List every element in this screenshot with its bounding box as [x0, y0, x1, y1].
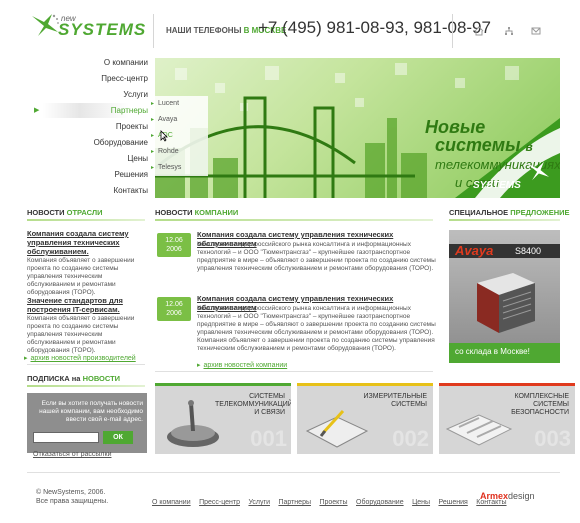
partners-submenu: ▸Lucent ▸Avaya ▸ADC ▸Rohde ▸Telesys — [150, 96, 208, 176]
logo-systems-text[interactable]: SYSTEMS — [58, 20, 146, 40]
company-archive-link[interactable]: архив новостей компании — [197, 361, 288, 369]
submenu-item-rohde[interactable]: ▸ Rohde — [150, 144, 208, 160]
product-number: 003 — [534, 426, 571, 451]
news-date-badge: 12.06 2006 — [157, 297, 191, 321]
company-news-text: Компания – лидер российского рынка конса… — [197, 305, 436, 352]
menu-item-solutions[interactable]: Решения — [30, 167, 154, 183]
menu-item-services[interactable]: Услуги — [30, 87, 154, 103]
section-divider — [27, 219, 145, 221]
footer-links: О компании Пресс-центр Услуги Партнеры П… — [152, 491, 511, 509]
subscribe-text: Если вы хотите получать новости нашей ко… — [39, 400, 143, 423]
industry-archive-link[interactable]: архив новостей производителей — [24, 354, 136, 362]
special-offer-heading: СПЕЦИАЛЬНОЕ ПРЕДЛОЖЕНИЕ — [449, 208, 570, 217]
arrow-right-icon: ▶ — [34, 107, 40, 114]
phone-numbers: +7 (495) 981-08-93, 981-08-97 — [258, 18, 491, 37]
submenu-item-telesys[interactable]: ▸ Telesys — [150, 160, 208, 176]
product-label: ИЗМЕРИТЕЛЬНЫЕ СИСТЕМЫ — [363, 393, 427, 408]
footer-link-about[interactable]: О компании — [152, 499, 191, 506]
menu-item-press[interactable]: Пресс-центр — [30, 71, 154, 87]
sitemap-icon[interactable] — [504, 26, 514, 36]
subscribe-ok-button[interactable]: ОК — [103, 431, 133, 444]
footer-link-solutions[interactable]: Решения — [438, 499, 467, 506]
home-icon[interactable] — [474, 26, 484, 36]
special-caption: со склада в Москве! — [455, 347, 530, 356]
news-date-badge: 12.06 2006 — [157, 233, 191, 257]
main-menu: О компании Пресс-центр Услуги ▶ Партнеры … — [30, 55, 154, 199]
divider — [155, 371, 433, 372]
banner-logo-text: SYSTEMS — [473, 180, 521, 191]
special-offer-banner[interactable]: Avaya S8400 со склада в Москве! — [449, 230, 560, 363]
industry-news-title[interactable]: Значение стандартов для построения IT-се… — [27, 296, 145, 314]
footer-link-press[interactable]: Пресс-центр — [199, 499, 240, 506]
banner-bird-icon — [527, 161, 549, 181]
product-label: СИСТЕМЫ ТЕЛЕКОММУНИКАЦИЙ И СВЯЗИ — [215, 393, 291, 416]
copyright: © NewSystems, 2006. Все права защищены. — [36, 489, 109, 505]
header-divider — [153, 14, 154, 48]
submenu-item-adc[interactable]: ▸ADC — [150, 128, 208, 144]
menu-item-partners[interactable]: ▶ Партнеры — [30, 103, 154, 119]
bullet-icon: ▸ — [151, 165, 155, 171]
industry-news-text: Компания объявляет о завершении проекта … — [27, 257, 135, 296]
footer-link-services[interactable]: Услуги — [248, 499, 270, 506]
avaya-brand: Avaya — [455, 243, 494, 258]
submenu-item-lucent[interactable]: ▸ Lucent — [150, 96, 208, 112]
product-color-strip — [297, 383, 433, 386]
server-product-image — [477, 273, 535, 333]
menu-item-equipment[interactable]: Оборудование — [30, 135, 154, 151]
menu-item-projects[interactable]: Проекты — [30, 119, 154, 135]
bullet-icon: ▸ — [151, 101, 155, 107]
product-measurement[interactable]: 002 ИЗМЕРИТЕЛЬНЫЕ СИСТЕМЫ — [297, 383, 433, 454]
header-divider-right — [452, 14, 453, 48]
industry-news-title[interactable]: Компания создала систему управления техн… — [27, 229, 145, 256]
mouse-cursor-icon — [160, 130, 168, 142]
bullet-icon: ▸ — [151, 149, 155, 155]
email-input[interactable] — [33, 432, 99, 443]
menu-item-prices[interactable]: Цены — [30, 151, 154, 167]
footer-link-partners[interactable]: Партнеры — [278, 499, 311, 506]
hero-banner: Новые системы в телекоммуникациях и связ… — [155, 58, 560, 198]
armex-design-logo[interactable]: Armexdesign — [480, 491, 535, 501]
company-news-text: Компания – лидер российского рынка конса… — [197, 241, 436, 272]
product-color-strip — [155, 383, 291, 386]
submenu-item-avaya[interactable]: ▸ Avaya — [150, 112, 208, 128]
product-telecom[interactable]: 001 СИСТЕМЫ ТЕЛЕКОММУНИКАЦИЙ И СВЯЗИ — [155, 383, 291, 454]
industry-news-heading: НОВОСТИ ОТРАСЛИ — [27, 208, 103, 217]
footer-link-prices[interactable]: Цены — [412, 499, 430, 506]
product-color-strip — [439, 383, 575, 386]
product-security[interactable]: 003 КОМПЛЕКСНЫЕ СИСТЕМЫ БЕЗОПАСНОСТИ — [439, 383, 575, 454]
bullet-icon: ▸ — [151, 117, 155, 123]
menu-item-about[interactable]: О компании — [30, 55, 154, 71]
menu-item-contacts[interactable]: Контакты — [30, 183, 154, 199]
product-label: КОМПЛЕКСНЫЕ СИСТЕМЫ БЕЗОПАСНОСТИ — [511, 393, 569, 416]
bullet-icon: ▸ — [151, 133, 155, 139]
footer-link-projects[interactable]: Проекты — [319, 499, 347, 506]
logo-bird-icon — [32, 14, 59, 36]
subscribe-heading: ПОДПИСКА на НОВОСТИ — [27, 374, 121, 383]
mail-icon[interactable] — [531, 26, 541, 36]
section-divider — [27, 385, 145, 387]
footer-divider — [27, 472, 560, 473]
product-number: 002 — [392, 426, 429, 451]
product-number: 001 — [250, 426, 287, 451]
industry-news-text: Компания объявляет о завершении проекта … — [27, 315, 135, 354]
section-divider — [155, 219, 433, 221]
company-news-heading: НОВОСТИ КОМПАНИИ — [155, 208, 239, 217]
section-divider — [449, 219, 560, 221]
divider — [27, 364, 145, 365]
footer-link-equipment[interactable]: Оборудование — [356, 499, 404, 506]
unsubscribe-link[interactable]: Отказаться от рассылки — [33, 451, 111, 458]
model-name: S8400 — [515, 246, 542, 256]
